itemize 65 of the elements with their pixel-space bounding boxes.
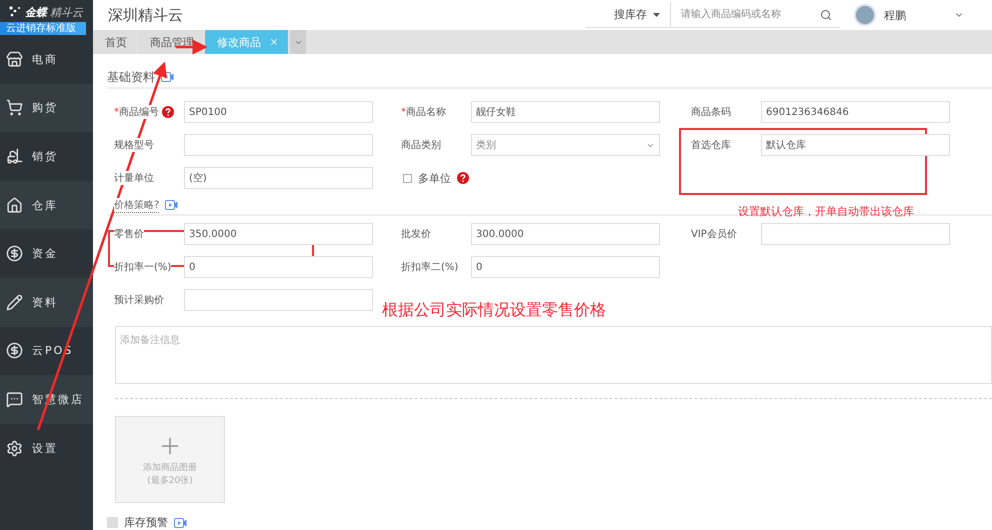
field-label: *商品名称 [401, 105, 446, 119]
annotation-text: 根据公司实际情况设置零售价格 [382, 300, 606, 321]
note-field[interactable]: 添加备注信息 [115, 326, 992, 384]
forklift-icon [6, 148, 23, 165]
field-label: 商品类别 [401, 138, 441, 152]
house-icon [6, 196, 23, 214]
video-icon[interactable] [165, 200, 178, 210]
text-field[interactable]: 300.0000 [471, 223, 660, 245]
text-field[interactable]: (空) [184, 167, 373, 189]
logo-brand: 金蝶 [25, 4, 47, 20]
field-label: 首选仓库 [691, 138, 731, 152]
nav-item[interactable]: 仓库 [0, 180, 93, 230]
edition-badge: 云进销存标准版 [0, 22, 86, 35]
help-icon[interactable] [457, 172, 469, 184]
field-label: 折扣率二(%) [401, 260, 458, 274]
text-field[interactable]: SP0100 [184, 101, 373, 123]
settings-icon [6, 440, 23, 457]
text-field[interactable]: 0 [471, 256, 660, 278]
text-field[interactable]: 0 [184, 256, 373, 278]
text-field[interactable]: 靓仔女鞋 [471, 101, 660, 123]
caret-icon [653, 12, 660, 17]
avatar[interactable] [854, 4, 876, 26]
text-field[interactable] [184, 134, 373, 156]
field-label: *商品编号 [114, 105, 159, 119]
logo-icon [8, 5, 22, 19]
checkbox[interactable] [403, 174, 412, 182]
page-title: 深圳精斗云 [108, 6, 184, 25]
field-label: 计量单位 [114, 171, 154, 185]
search-bar[interactable]: 请输入商品编码或名称 [670, 2, 840, 28]
video-icon[interactable] [174, 518, 187, 528]
field-label: 折扣率一(%) [114, 260, 172, 274]
nav-item[interactable]: 资料 [0, 278, 93, 327]
user-name[interactable]: 程鹏 [884, 8, 954, 23]
cart-icon [6, 99, 23, 116]
logo-product: 精斗云 [50, 4, 83, 20]
annotation-text: 设置默认仓库，开单自动带出该仓库 [738, 204, 914, 219]
text-field[interactable] [761, 223, 950, 245]
dollar-icon [6, 342, 23, 360]
tab[interactable]: 首页 [93, 30, 136, 54]
chat-icon [6, 390, 23, 408]
field-label: VIP会员价 [691, 227, 737, 241]
field-label: 预计采购价 [114, 293, 164, 307]
field-label: 商品条码 [691, 105, 731, 119]
text-field[interactable] [184, 289, 373, 311]
text-field[interactable]: 350.0000 [184, 223, 373, 245]
search-scope-dropdown[interactable]: 搜库存 [586, 2, 670, 28]
store-icon [6, 50, 23, 68]
text-field[interactable]: 6901236346846 [761, 101, 950, 123]
section-title[interactable]: 价格策略? [114, 198, 160, 212]
dollar-icon [6, 245, 23, 262]
help-icon[interactable] [162, 106, 174, 118]
text-field[interactable]: 默认仓库 [761, 134, 950, 156]
select-field[interactable]: 类别 [471, 134, 660, 156]
field-label: 库存预警 [124, 515, 168, 530]
checkbox[interactable] [107, 517, 118, 528]
pencil-icon [6, 294, 23, 311]
field-label: 零售价 [114, 227, 144, 241]
section-title: 基础资料 [107, 68, 155, 86]
field-label: 规格型号 [114, 138, 154, 152]
field-label: 批发价 [401, 227, 431, 241]
search-input[interactable]: 请输入商品编码或名称 [679, 8, 820, 22]
field-label: 多单位 [418, 170, 451, 186]
nav-item[interactable]: 购货 [0, 84, 93, 132]
search-icon [820, 8, 832, 21]
close-icon[interactable] [269, 37, 279, 48]
